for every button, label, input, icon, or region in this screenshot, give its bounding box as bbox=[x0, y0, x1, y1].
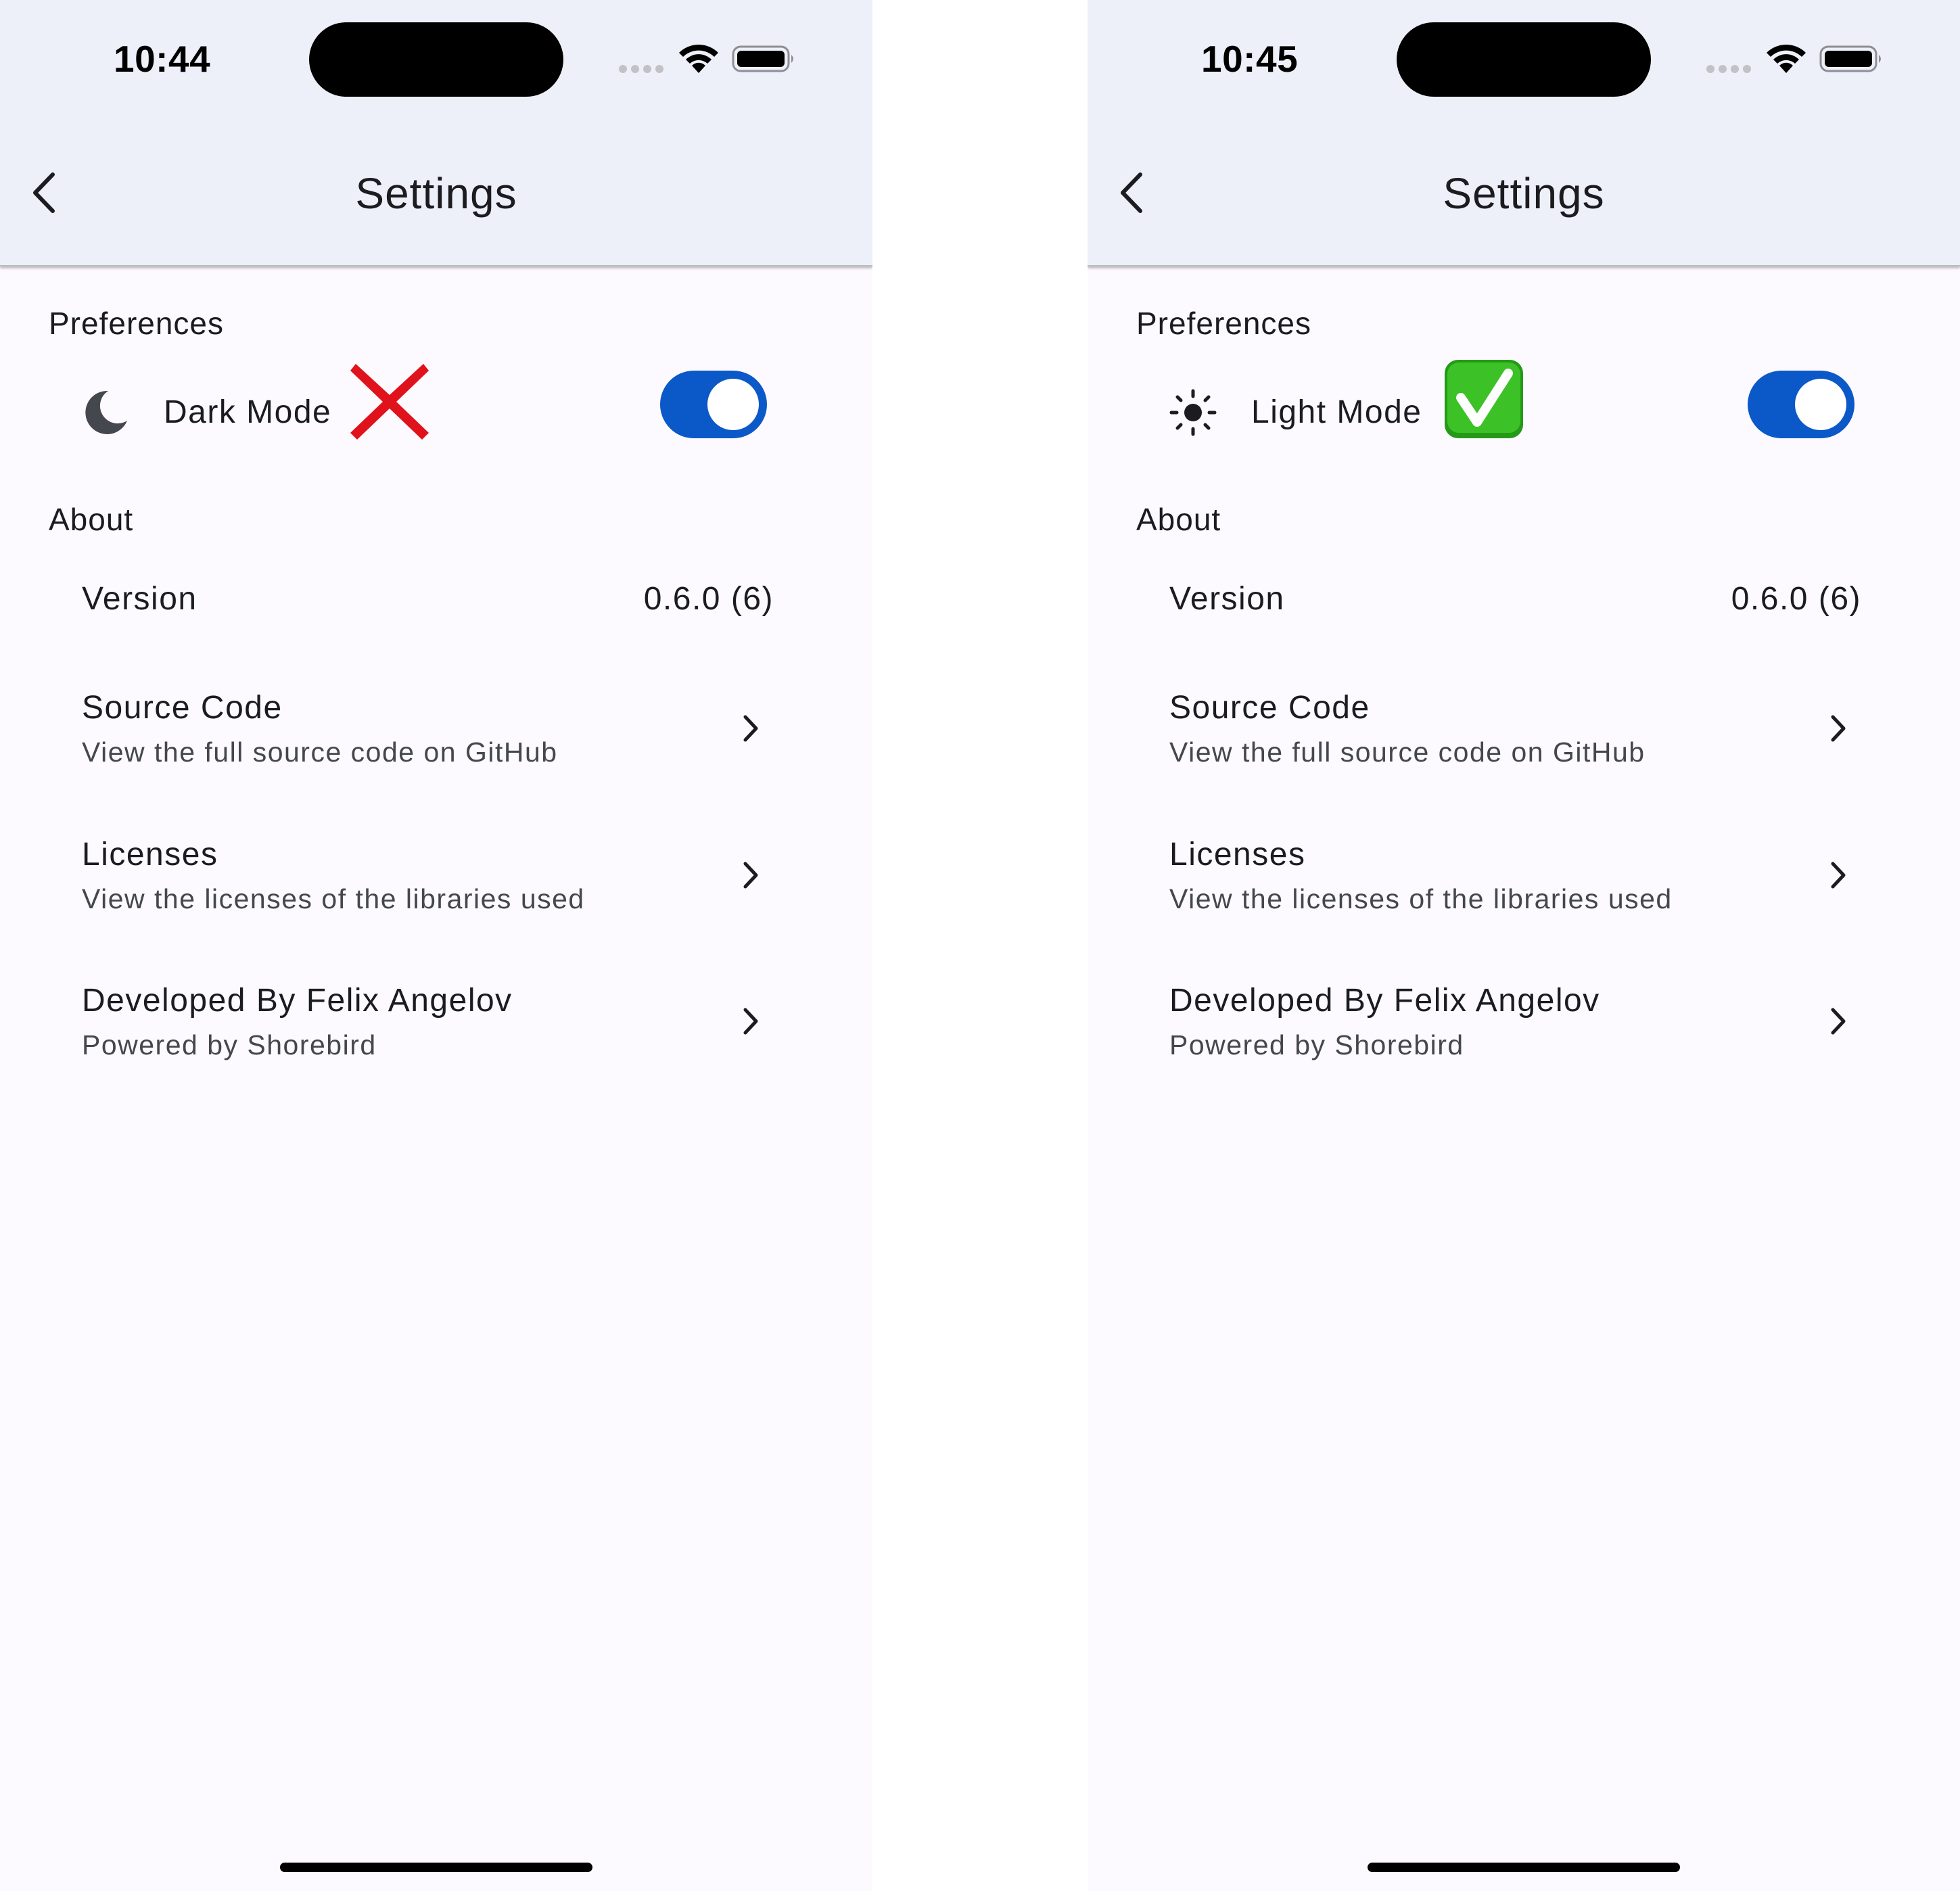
mode-label: Dark Mode bbox=[164, 394, 332, 430]
status-time: 10:45 bbox=[1201, 38, 1299, 80]
phone-screen-right: 10:45 Settings Preferences Light Mode Ab… bbox=[1088, 0, 1960, 1891]
source-code-row[interactable]: Source Code View the full source code on… bbox=[0, 676, 872, 778]
chevron-right-icon bbox=[1831, 715, 1846, 742]
licenses-row[interactable]: Licenses View the licenses of the librar… bbox=[1088, 823, 1960, 925]
signal-dots-icon bbox=[619, 65, 665, 73]
version-row: Version 0.6.0 (6) bbox=[1088, 561, 1960, 643]
signal-dots-icon bbox=[1706, 65, 1752, 73]
dynamic-island bbox=[309, 22, 563, 97]
developer-title: Developed By Felix Angelov bbox=[1169, 983, 1600, 1019]
licenses-title: Licenses bbox=[82, 837, 218, 872]
licenses-row[interactable]: Licenses View the licenses of the librar… bbox=[0, 823, 872, 925]
licenses-subtitle: View the licenses of the libraries used bbox=[1169, 883, 1673, 914]
licenses-title: Licenses bbox=[1169, 837, 1306, 872]
section-header-preferences: Preferences bbox=[1136, 306, 1312, 341]
source-code-subtitle: View the full source code on GitHub bbox=[1169, 737, 1646, 768]
home-indicator[interactable] bbox=[1368, 1863, 1680, 1872]
developer-row[interactable]: Developed By Felix Angelov Powered by Sh… bbox=[1088, 969, 1960, 1071]
version-row: Version 0.6.0 (6) bbox=[0, 561, 872, 643]
battery-icon bbox=[732, 45, 793, 72]
app-bar: 10:44 Settings bbox=[0, 0, 872, 266]
version-value: 0.6.0 (6) bbox=[1731, 581, 1861, 617]
source-code-title: Source Code bbox=[1169, 690, 1370, 726]
dynamic-island bbox=[1397, 22, 1651, 97]
chevron-right-icon bbox=[743, 715, 758, 742]
section-header-about: About bbox=[1136, 502, 1221, 537]
mode-label: Light Mode bbox=[1251, 394, 1422, 430]
page-title: Settings bbox=[1443, 169, 1605, 218]
version-value: 0.6.0 (6) bbox=[643, 581, 774, 617]
theme-mode-row[interactable]: Dark Mode bbox=[0, 352, 872, 460]
section-header-about: About bbox=[49, 502, 134, 537]
toggle-knob bbox=[1795, 379, 1846, 430]
source-code-row[interactable]: Source Code View the full source code on… bbox=[1088, 676, 1960, 778]
chevron-right-icon bbox=[743, 862, 758, 889]
wifi-icon bbox=[1767, 44, 1806, 73]
page-title: Settings bbox=[355, 169, 517, 218]
chevron-right-icon bbox=[1831, 1008, 1846, 1035]
developer-row[interactable]: Developed By Felix Angelov Powered by Sh… bbox=[0, 969, 872, 1071]
toggle-knob bbox=[707, 379, 759, 430]
chevron-right-icon bbox=[1831, 862, 1846, 889]
home-indicator[interactable] bbox=[280, 1863, 592, 1872]
status-time: 10:44 bbox=[114, 38, 211, 80]
section-header-preferences: Preferences bbox=[49, 306, 225, 341]
version-label: Version bbox=[82, 581, 197, 617]
chevron-right-icon bbox=[743, 1008, 758, 1035]
app-bar: 10:45 Settings bbox=[1088, 0, 1960, 266]
battery-icon bbox=[1819, 45, 1881, 72]
theme-mode-row[interactable]: Light Mode bbox=[1088, 352, 1960, 460]
check-mark-button-icon bbox=[1445, 360, 1523, 438]
developer-subtitle: Powered by Shorebird bbox=[82, 1029, 377, 1060]
phone-screen-left: 10:44 Settings Preferences Dark Mode Abo… bbox=[0, 0, 872, 1891]
source-code-subtitle: View the full source code on GitHub bbox=[82, 737, 558, 768]
theme-toggle-switch[interactable] bbox=[1748, 371, 1854, 438]
licenses-subtitle: View the licenses of the libraries used bbox=[82, 883, 585, 914]
version-label: Version bbox=[1169, 581, 1285, 617]
developer-subtitle: Powered by Shorebird bbox=[1169, 1029, 1464, 1060]
source-code-title: Source Code bbox=[82, 690, 283, 726]
developer-title: Developed By Felix Angelov bbox=[82, 983, 513, 1019]
moon-icon bbox=[85, 390, 127, 434]
wifi-icon bbox=[679, 44, 718, 73]
theme-toggle-switch[interactable] bbox=[660, 371, 767, 438]
cross-mark-icon bbox=[350, 364, 429, 440]
sun-icon bbox=[1169, 389, 1217, 436]
